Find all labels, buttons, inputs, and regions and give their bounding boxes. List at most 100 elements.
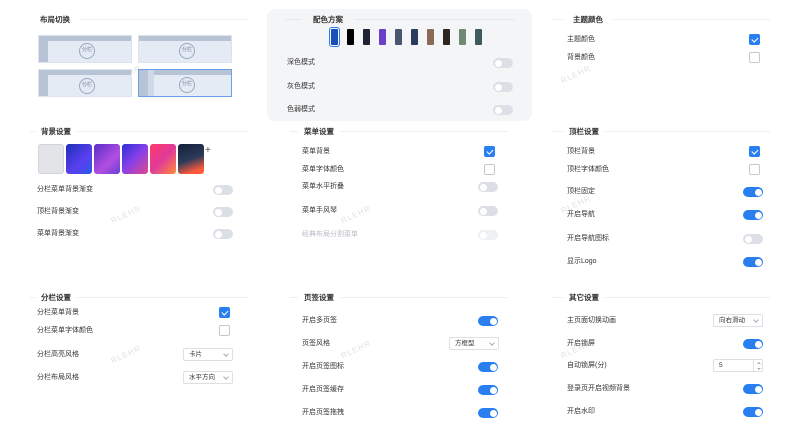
tab-cache-toggle[interactable] xyxy=(478,385,498,395)
page-anim-select[interactable]: 向右滑动 xyxy=(713,314,763,327)
color-swatch[interactable] xyxy=(427,29,434,45)
login-video-toggle[interactable] xyxy=(743,384,763,394)
watermark-text: RLEHR xyxy=(559,63,593,86)
color-swatch[interactable] xyxy=(443,29,450,45)
background-thumb[interactable] xyxy=(38,144,64,174)
header-gradient-toggle[interactable] xyxy=(213,207,233,217)
chevron-down-icon xyxy=(753,317,759,323)
layout-top-bar xyxy=(48,36,131,41)
split-gradient-toggle[interactable] xyxy=(213,185,233,195)
layout-option-horizontal[interactable]: 分栏 xyxy=(138,35,232,63)
layout-side-bar xyxy=(39,36,48,62)
header-fixed-label: 顶栏固定 xyxy=(567,188,595,195)
menu-accordion-toggle[interactable] xyxy=(478,206,498,216)
tab-icon-toggle[interactable] xyxy=(478,362,498,372)
enable-nav-toggle[interactable] xyxy=(743,210,763,220)
menu-bg-picker[interactable] xyxy=(484,146,495,157)
background-thumb[interactable] xyxy=(66,144,92,174)
enable-tabs-label: 开启多页签 xyxy=(302,317,337,324)
watermark-text: RLEHR xyxy=(339,203,373,226)
color-swatch[interactable] xyxy=(379,29,386,45)
other-title: 其它设置 xyxy=(563,292,605,303)
auto-lock-label: 自动锁屏(分) xyxy=(567,362,607,369)
menu-horizontal-fold-toggle[interactable] xyxy=(478,182,498,192)
theme-color-title: 主题颜色 xyxy=(563,14,613,25)
background-thumb[interactable] xyxy=(94,144,120,174)
add-icon[interactable]: + xyxy=(205,145,211,156)
dark-mode-toggle[interactable] xyxy=(493,58,513,68)
split-menu-font-label: 分栏菜单字体颜色 xyxy=(37,327,93,334)
weak-mode-label: 色弱模式 xyxy=(287,106,315,113)
page-anim-value: 向右滑动 xyxy=(719,317,745,324)
highlight-style-value: 卡片 xyxy=(189,351,202,358)
color-swatch[interactable] xyxy=(411,29,418,45)
header-bg-picker[interactable] xyxy=(749,146,760,157)
auto-lock-value: 5 xyxy=(719,362,723,369)
tab-icon-label: 开启页签图标 xyxy=(302,363,344,370)
chevron-down-icon xyxy=(223,374,229,380)
color-swatch[interactable] xyxy=(395,29,402,45)
gray-mode-toggle[interactable] xyxy=(493,82,513,92)
watermark-setting-label: 开启水印 xyxy=(567,408,595,415)
classic-split-menu-toggle[interactable] xyxy=(478,230,498,240)
menu-font-color-picker[interactable] xyxy=(484,164,495,175)
menu-gradient-toggle[interactable] xyxy=(213,229,233,239)
header-bg-label: 顶栏背景 xyxy=(567,148,595,155)
layout-side-bar xyxy=(39,75,48,96)
color-swatch[interactable] xyxy=(363,29,370,45)
page-anim-label: 主页面切换动画 xyxy=(567,317,616,324)
highlight-style-select[interactable]: 卡片 xyxy=(183,348,233,361)
color-swatch[interactable] xyxy=(459,29,466,45)
header-gradient-label: 顶栏背景渐变 xyxy=(37,208,79,215)
tab-style-label: 页签风格 xyxy=(302,340,330,347)
split-menu-bg-picker[interactable] xyxy=(219,307,230,318)
split-gradient-label: 分栏菜单背景渐变 xyxy=(37,186,93,193)
menu-bg-label: 菜单背景 xyxy=(302,148,330,155)
number-stepper[interactable] xyxy=(753,360,762,371)
weak-mode-toggle[interactable] xyxy=(493,105,513,115)
split-menu-bg-label: 分栏菜单背景 xyxy=(37,309,79,316)
tab-cache-label: 开启页签缓存 xyxy=(302,386,344,393)
watermark-toggle[interactable] xyxy=(743,407,763,417)
header-font-color-picker[interactable] xyxy=(749,164,760,175)
layout-style-select[interactable]: 水平方向 xyxy=(183,371,233,384)
background-thumb[interactable] xyxy=(178,144,204,174)
color-scheme-title: 配色方案 xyxy=(300,14,356,25)
layout-stamp-icon: 分栏 xyxy=(179,77,195,93)
show-logo-toggle[interactable] xyxy=(743,257,763,267)
tab-drag-toggle[interactable] xyxy=(478,408,498,418)
theme-color-label: 主题颜色 xyxy=(567,36,595,43)
color-swatch[interactable] xyxy=(347,29,354,45)
color-swatch[interactable] xyxy=(475,29,482,45)
enable-nav-label: 开启导航 xyxy=(567,211,595,218)
layout-option-columns[interactable]: 分栏 xyxy=(138,69,232,97)
tab-drag-label: 开启页签拖拽 xyxy=(302,409,344,416)
split-title: 分栏设置 xyxy=(35,292,77,303)
nav-icon-toggle[interactable] xyxy=(743,234,763,244)
layout-style-value: 水平方向 xyxy=(189,374,215,381)
lock-screen-label: 开启锁屏 xyxy=(567,340,595,347)
dark-mode-label: 深色模式 xyxy=(287,59,315,66)
menu-font-color-label: 菜单字体颜色 xyxy=(302,166,344,173)
tab-style-select[interactable]: 方框型 xyxy=(449,337,499,350)
split-menu-font-picker[interactable] xyxy=(219,325,230,336)
chevron-down-icon xyxy=(223,351,229,357)
header-fixed-toggle[interactable] xyxy=(743,187,763,197)
layout-stamp-icon: 分栏 xyxy=(179,43,195,59)
color-swatch[interactable] xyxy=(329,27,340,47)
chevron-down-icon xyxy=(489,340,495,346)
layout-option-vertical[interactable]: 分栏 xyxy=(38,35,132,63)
lock-screen-toggle[interactable] xyxy=(743,339,763,349)
theme-color-picker[interactable] xyxy=(749,34,760,45)
menu-gradient-label: 菜单背景渐变 xyxy=(37,230,79,237)
background-thumb[interactable] xyxy=(150,144,176,174)
layout-style-label: 分栏布局风格 xyxy=(37,374,79,381)
header-font-color-label: 顶栏字体颜色 xyxy=(567,166,609,173)
watermark-text: RLEHR xyxy=(339,338,373,361)
auto-lock-input[interactable]: 5 xyxy=(713,359,763,372)
background-thumb[interactable] xyxy=(122,144,148,174)
bg-color-picker[interactable] xyxy=(749,52,760,63)
watermark-text: RLEHR xyxy=(109,343,143,366)
enable-tabs-toggle[interactable] xyxy=(478,316,498,326)
layout-option-classic[interactable]: 分栏 xyxy=(38,69,132,97)
